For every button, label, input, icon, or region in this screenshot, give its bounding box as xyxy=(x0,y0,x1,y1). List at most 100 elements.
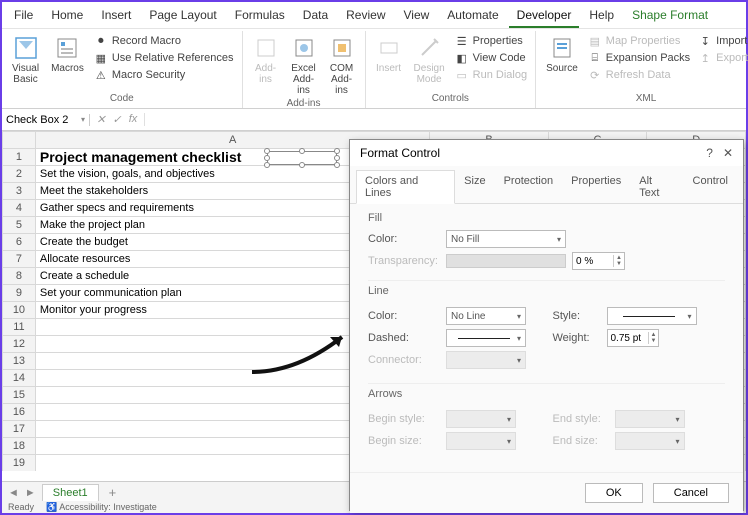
dialog-tab-alt-text[interactable]: Alt Text xyxy=(630,170,683,203)
close-icon[interactable]: ✕ xyxy=(723,146,733,160)
menu-tab-developer[interactable]: Developer xyxy=(509,4,580,28)
line-color-combo[interactable]: No Line▾ xyxy=(446,307,526,325)
row-header[interactable]: 6 xyxy=(3,234,36,251)
ok-button[interactable]: OK xyxy=(585,483,643,503)
menu-tab-review[interactable]: Review xyxy=(338,4,393,28)
menu-tab-automate[interactable]: Automate xyxy=(439,4,506,28)
status-ready: Ready xyxy=(8,502,34,512)
dialog-tab-size[interactable]: Size xyxy=(455,170,494,203)
design-mode-button[interactable]: Design Mode xyxy=(410,33,449,87)
resize-handle[interactable] xyxy=(264,162,270,168)
map-properties-button[interactable]: ▤Map Properties xyxy=(586,33,692,49)
begin-size-label: Begin size: xyxy=(368,435,440,447)
fill-color-combo[interactable]: No Fill▾ xyxy=(446,230,566,248)
row-header[interactable]: 19 xyxy=(3,455,36,472)
addins-button[interactable]: Add- ins xyxy=(249,33,283,87)
format-control-dialog: Format Control ? ✕ Colors and LinesSizeP… xyxy=(349,139,744,511)
weight-spinbox[interactable]: ▲▼ xyxy=(607,329,660,347)
status-accessibility[interactable]: ♿ Accessibility: Investigate xyxy=(46,502,157,513)
row-header[interactable]: 14 xyxy=(3,370,36,387)
export-button[interactable]: ↥Export xyxy=(696,50,748,66)
connector-label: Connector: xyxy=(368,354,440,366)
import-button[interactable]: ↧Import xyxy=(696,33,748,49)
row-header[interactable]: 15 xyxy=(3,387,36,404)
expansion-packs-button[interactable]: ⌸Expansion Packs xyxy=(586,50,692,66)
line-style-combo[interactable]: ▾ xyxy=(607,307,697,325)
name-box[interactable]: Check Box 2▾ xyxy=(2,114,90,126)
resize-handle[interactable] xyxy=(299,162,305,168)
row-header[interactable]: 13 xyxy=(3,353,36,370)
row-header[interactable]: 7 xyxy=(3,251,36,268)
sheet-tab[interactable]: Sheet1 xyxy=(42,484,99,501)
resize-handle[interactable] xyxy=(264,148,270,154)
transparency-input[interactable] xyxy=(573,256,613,267)
menu-tab-help[interactable]: Help xyxy=(581,4,622,28)
menu-tab-shape-format[interactable]: Shape Format xyxy=(624,4,716,28)
menu-tab-insert[interactable]: Insert xyxy=(93,4,139,28)
row-header[interactable]: 3 xyxy=(3,183,36,200)
add-sheet-button[interactable]: + xyxy=(103,485,123,500)
ribbon-group-label: Code xyxy=(8,93,236,106)
row-header[interactable]: 1 xyxy=(3,149,36,166)
cancel-button[interactable]: Cancel xyxy=(653,483,729,503)
menu-tab-formulas[interactable]: Formulas xyxy=(227,4,293,28)
help-icon[interactable]: ? xyxy=(706,146,713,160)
view-code-button[interactable]: ◧View Code xyxy=(453,50,529,66)
dialog-tab-protection[interactable]: Protection xyxy=(495,170,563,203)
fx-icon[interactable]: fx xyxy=(126,113,140,126)
row-header[interactable]: 4 xyxy=(3,200,36,217)
dashed-combo[interactable]: ▾ xyxy=(446,329,526,347)
row-header[interactable]: 10 xyxy=(3,302,36,319)
row-header[interactable]: 2 xyxy=(3,166,36,183)
style-preview xyxy=(623,316,675,317)
transparency-slider[interactable] xyxy=(446,254,566,268)
transparency-label: Transparency: xyxy=(368,255,440,267)
resize-handle[interactable] xyxy=(334,155,340,161)
row-header[interactable]: 11 xyxy=(3,319,36,336)
menu-tab-view[interactable]: View xyxy=(396,4,438,28)
refresh-data-button[interactable]: ⟳Refresh Data xyxy=(586,67,692,83)
row-header[interactable]: 8 xyxy=(3,268,36,285)
shield-icon: ⚠ xyxy=(94,68,108,82)
sheet-nav-prev[interactable]: ◄ xyxy=(8,487,21,499)
end-size-combo: ▾ xyxy=(615,432,685,450)
cancel-formula-icon[interactable]: ✕ xyxy=(94,113,108,126)
menu-tab-home[interactable]: Home xyxy=(43,4,91,28)
dialog-tab-control[interactable]: Control xyxy=(684,170,737,203)
menu-tab-page-layout[interactable]: Page Layout xyxy=(141,4,224,28)
resize-handle[interactable] xyxy=(334,148,340,154)
menu-tab-data[interactable]: Data xyxy=(295,4,336,28)
macro-security-button[interactable]: ⚠Macro Security xyxy=(92,67,236,83)
dialog-tab-colors-and-lines[interactable]: Colors and Lines xyxy=(356,170,455,204)
enter-formula-icon[interactable]: ✓ xyxy=(110,113,124,126)
weight-input[interactable] xyxy=(608,333,648,344)
macros-button[interactable]: Macros xyxy=(47,33,88,76)
menu-tab-file[interactable]: File xyxy=(6,4,41,28)
record-macro-button[interactable]: ⏺Record Macro xyxy=(92,33,236,49)
insert-control-button[interactable]: Insert xyxy=(372,33,406,76)
properties-button[interactable]: ☰Properties xyxy=(453,33,529,49)
select-all-cell[interactable] xyxy=(3,132,36,149)
transparency-spinbox[interactable]: ▲▼ xyxy=(572,252,625,270)
row-header[interactable]: 9 xyxy=(3,285,36,302)
visual-basic-icon xyxy=(13,35,39,61)
visual-basic-button[interactable]: Visual Basic xyxy=(8,33,43,87)
use-relative-refs-button[interactable]: ▦Use Relative References xyxy=(92,50,236,66)
expansion-icon: ⌸ xyxy=(588,51,602,65)
excel-addins-button[interactable]: Excel Add-ins xyxy=(287,33,321,98)
dialog-tab-properties[interactable]: Properties xyxy=(562,170,630,203)
row-header[interactable]: 16 xyxy=(3,404,36,421)
line-color-label: Color: xyxy=(368,310,440,322)
row-header[interactable]: 17 xyxy=(3,421,36,438)
row-header[interactable]: 12 xyxy=(3,336,36,353)
sheet-nav-next[interactable]: ► xyxy=(25,487,38,499)
com-addins-button[interactable]: COM Add-ins xyxy=(325,33,359,98)
resize-handle[interactable] xyxy=(334,162,340,168)
dash-preview xyxy=(458,338,510,339)
row-header[interactable]: 18 xyxy=(3,438,36,455)
row-header[interactable]: 5 xyxy=(3,217,36,234)
resize-handle[interactable] xyxy=(264,155,270,161)
resize-handle[interactable] xyxy=(299,148,305,154)
source-button[interactable]: Source xyxy=(542,33,582,76)
run-dialog-button[interactable]: ▭Run Dialog xyxy=(453,67,529,83)
